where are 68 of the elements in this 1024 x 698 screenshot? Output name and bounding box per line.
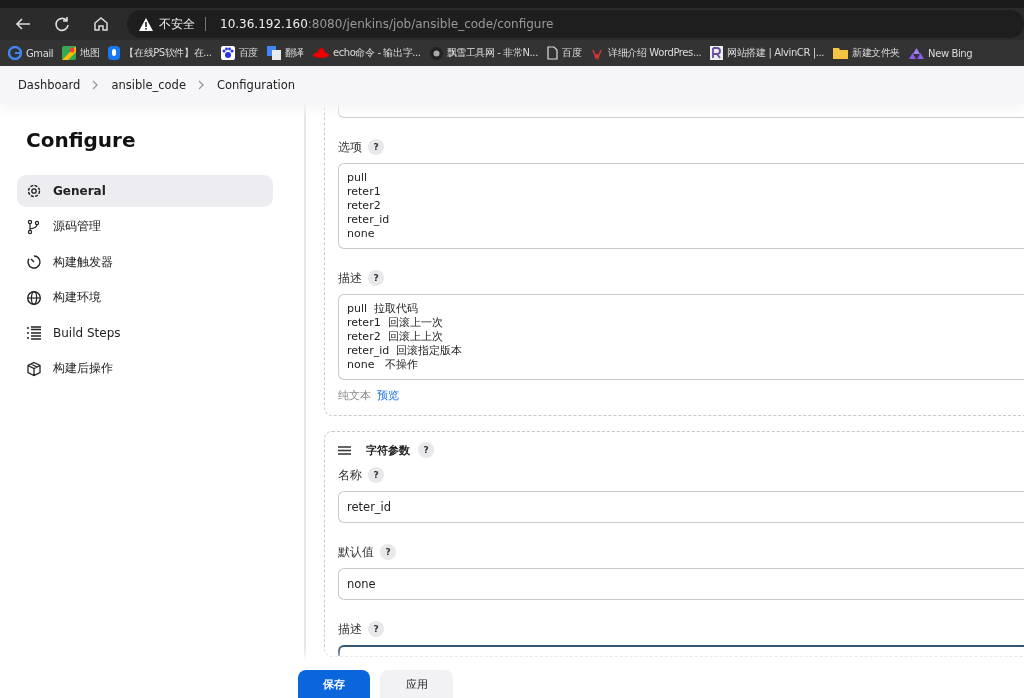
gear-icon: [26, 183, 42, 199]
circle-icon: [429, 46, 443, 60]
translate-icon: [266, 46, 281, 60]
breadcrumb-link[interactable]: Configuration: [217, 78, 295, 92]
options-textarea[interactable]: pull reter1 reter2 reter_id none: [338, 163, 1024, 249]
sidebar-item[interactable]: 构建后操作: [17, 352, 273, 385]
bookmark[interactable]: 翻译: [266, 46, 304, 60]
bookmark[interactable]: 网站搭建 | AlvinCR |...: [710, 46, 825, 60]
bookmark[interactable]: 百度: [546, 46, 582, 60]
default-value-field[interactable]: none: [338, 568, 1024, 600]
save-button[interactable]: 保存: [298, 670, 370, 698]
description-textarea[interactable]: [338, 645, 1024, 656]
bookmark[interactable]: 飘雪工具网 - 非常N...: [429, 46, 538, 60]
breadcrumb-link[interactable]: Dashboard: [18, 78, 81, 92]
preview-link[interactable]: 预览: [377, 388, 399, 403]
drag-handle-icon[interactable]: [338, 445, 351, 455]
help-button[interactable]: ?: [380, 544, 396, 560]
bookmark[interactable]: echo命令 - 输出字...: [312, 46, 421, 60]
r-logo-icon: [710, 46, 724, 60]
help-button[interactable]: ?: [368, 467, 384, 483]
description-textarea[interactable]: pull 拉取代码 reter1 回滚上一次 reter2 回滚上上次 reter_id 回滚指定版本 none 不操作: [338, 294, 1024, 380]
paw-icon: [220, 46, 235, 60]
list-icon: [26, 325, 42, 342]
field-label: 名称: [338, 467, 362, 483]
globe-icon: [26, 289, 42, 306]
help-button[interactable]: ?: [368, 621, 384, 637]
field-label: 描述: [338, 270, 362, 286]
folder-icon: [833, 47, 849, 59]
help-button[interactable]: ?: [418, 442, 434, 458]
sidebar-item[interactable]: 构建触发器: [17, 246, 273, 279]
breadcrumb-link[interactable]: ansible_code: [111, 78, 186, 92]
home-icon[interactable]: [92, 15, 110, 33]
bookmark[interactable]: Gmail: [8, 46, 54, 60]
url-text: 10.36.192.160:8080/jenkins/job/ansible_code/configure: [220, 17, 554, 31]
help-button[interactable]: ?: [368, 270, 384, 286]
map-icon: [62, 46, 77, 60]
package-icon: [26, 360, 42, 377]
security-label: 不安全: [159, 15, 195, 33]
chevron-icon: [92, 80, 100, 90]
warning-icon: [139, 17, 153, 31]
hat-icon: [312, 47, 329, 59]
reload-icon[interactable]: [53, 15, 71, 33]
bookmark[interactable]: 详细介绍 WordPres...: [590, 46, 702, 60]
bookmark[interactable]: 新建文件夹: [833, 46, 901, 60]
help-button[interactable]: ?: [368, 139, 384, 155]
chevron-icon: [198, 80, 205, 90]
address-bar[interactable]: 不安全 10.36.192.160:8080/jenkins/job/ansible_code/configure: [127, 10, 1024, 38]
branch-icon: [26, 218, 42, 235]
name-field[interactable]: reter_id: [338, 491, 1024, 523]
section-title: 字符参数: [366, 442, 410, 458]
bookmark[interactable]: 地图: [62, 46, 100, 60]
bookmark[interactable]: 【在线PS软件】在...: [108, 46, 212, 60]
field-label: 默认值: [338, 544, 374, 560]
apply-button[interactable]: 应用: [380, 670, 453, 698]
sidebar-item[interactable]: Build Steps: [17, 317, 273, 350]
sidebar-item[interactable]: 构建环境: [17, 281, 273, 314]
triangles-icon: [909, 47, 925, 59]
plain-text-label: 纯文本: [338, 388, 371, 403]
bookmark[interactable]: New Bing: [909, 47, 973, 59]
sidebar-item[interactable]: 源码管理: [17, 210, 273, 243]
bookmark[interactable]: 百度: [220, 46, 258, 60]
page-icon: [546, 46, 558, 60]
field-label: 选项: [338, 139, 362, 155]
sidebar-item[interactable]: General: [17, 175, 273, 207]
app-icon: [108, 46, 121, 60]
timer-icon: [26, 254, 42, 271]
field-label: 描述: [338, 621, 362, 637]
page-title: Configure: [26, 128, 137, 152]
